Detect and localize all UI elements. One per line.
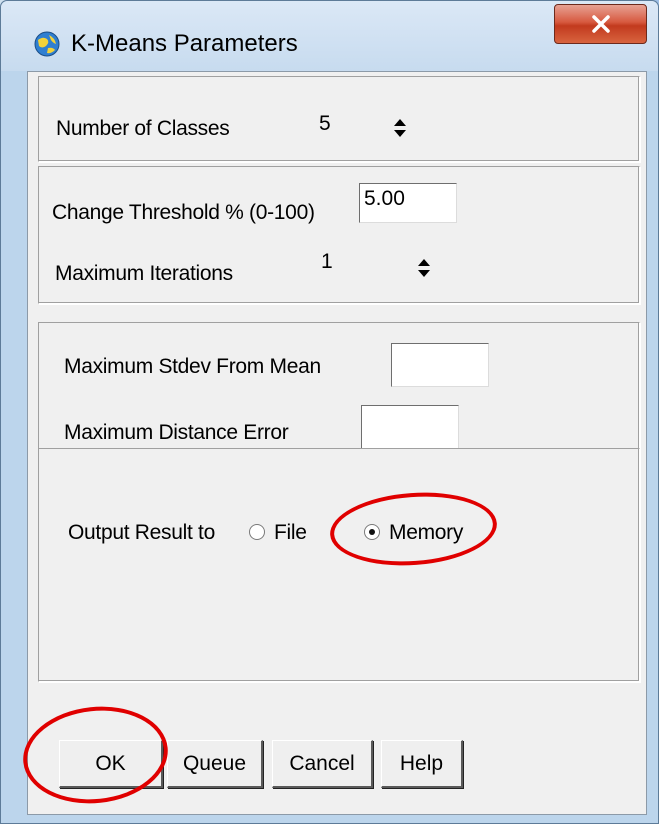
classes-panel: Number of Classes 5 (38, 76, 640, 162)
spinner-arrows-icon[interactable] (393, 117, 407, 139)
distance-input[interactable] (361, 405, 459, 449)
help-button[interactable]: Help (381, 740, 463, 788)
queue-button[interactable]: Queue (167, 740, 263, 788)
threshold-label: Change Threshold % (0-100) (52, 201, 315, 224)
spinner-arrows-icon[interactable] (417, 257, 431, 279)
stdev-input[interactable] (391, 343, 489, 387)
output-file-label[interactable]: File (274, 521, 307, 545)
distance-label: Maximum Distance Error (64, 421, 289, 444)
window-title: K-Means Parameters (71, 30, 298, 57)
classes-value: 5 (319, 112, 331, 135)
close-icon (591, 15, 610, 33)
threshold-value: 5.00 (364, 187, 405, 210)
limits-panel: Maximum Stdev From Mean Maximum Distance… (38, 322, 640, 464)
classes-spinner[interactable]: 5 (315, 109, 415, 147)
cancel-button[interactable]: Cancel (272, 740, 373, 788)
iterations-label: Maximum Iterations (55, 262, 233, 285)
output-panel: Output Result to File Memory (38, 448, 640, 682)
convergence-panel: Change Threshold % (0-100) 5.00 Maximum … (38, 166, 640, 304)
iterations-value: 1 (321, 250, 333, 273)
stdev-label: Maximum Stdev From Mean (64, 355, 321, 378)
close-button[interactable] (554, 4, 647, 44)
output-label: Output Result to (68, 521, 215, 544)
output-file-radio[interactable] (249, 524, 265, 540)
app-globe-icon (34, 31, 60, 57)
kmeans-dialog: K-Means Parameters Number of Classes 5 C… (0, 0, 659, 824)
title-bar[interactable]: K-Means Parameters (1, 1, 658, 71)
dialog-client-area: Number of Classes 5 Change Threshold % (… (27, 71, 647, 815)
threshold-input[interactable]: 5.00 (359, 183, 457, 223)
iterations-spinner[interactable]: 1 (315, 247, 441, 287)
classes-label: Number of Classes (56, 117, 230, 140)
